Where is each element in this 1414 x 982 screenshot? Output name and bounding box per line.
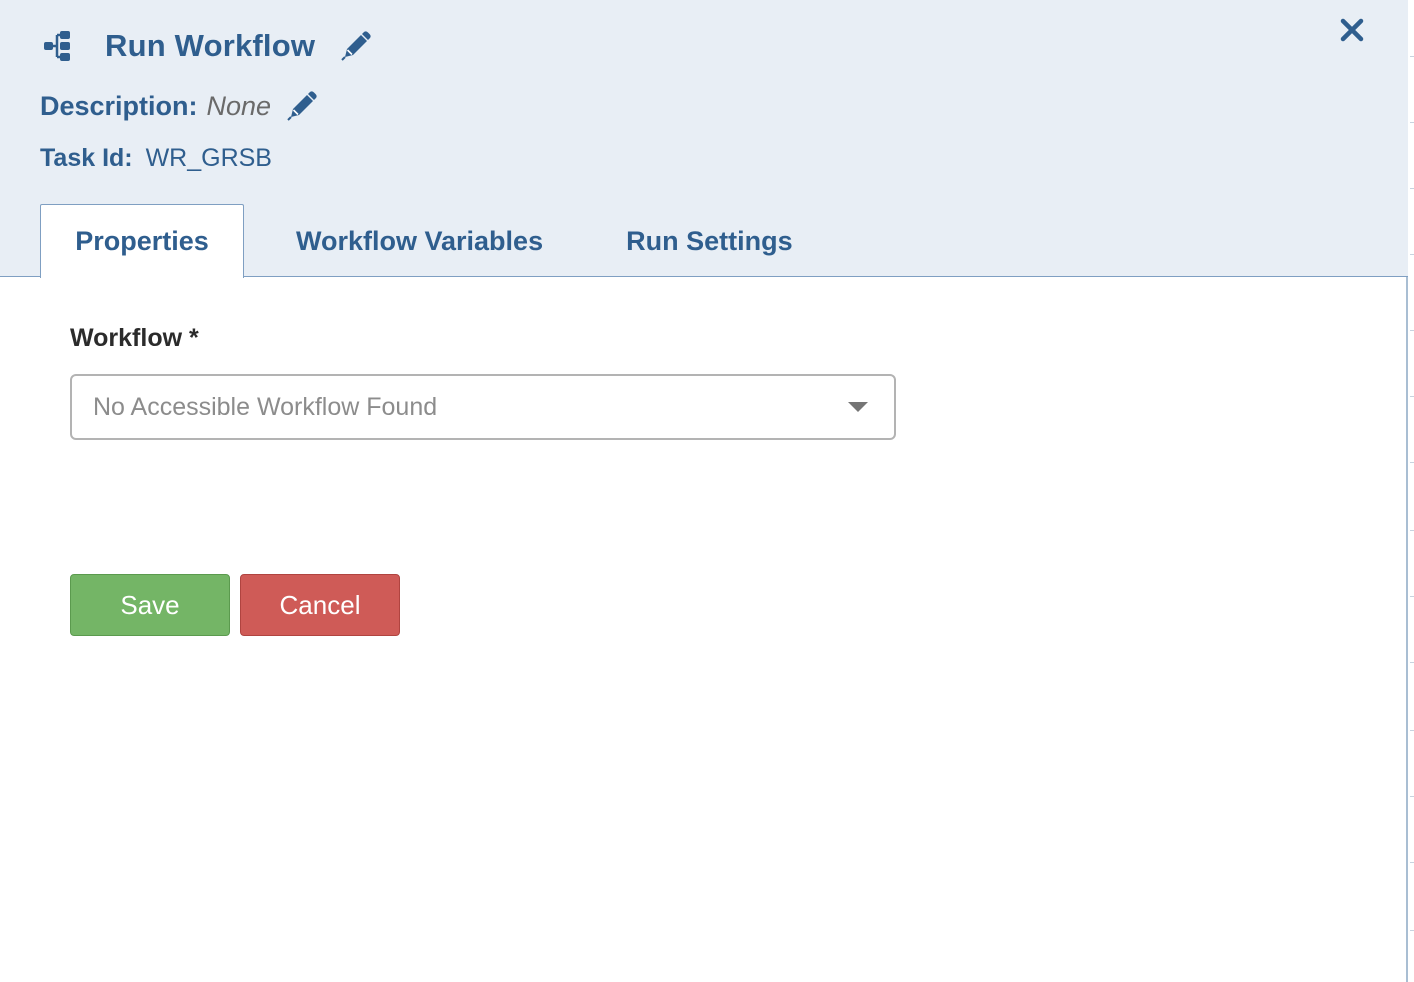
description-row: Description: None — [40, 87, 319, 125]
edit-description-pencil-icon[interactable] — [285, 89, 319, 123]
workflow-select-value: No Accessible Workflow Found — [93, 392, 438, 421]
cancel-button[interactable]: Cancel — [240, 574, 400, 636]
close-icon[interactable] — [1338, 16, 1366, 44]
workflow-select[interactable]: No Accessible Workflow Found — [70, 374, 896, 440]
properties-form: Workflow * No Accessible Workflow Found — [70, 324, 896, 440]
workflow-field-label: Workflow * — [70, 324, 199, 352]
task-id-value: WR_GRSB — [145, 144, 272, 172]
tab-properties[interactable]: Properties — [40, 204, 244, 278]
background-edge — [1410, 0, 1414, 982]
description-label: Description: — [40, 90, 198, 121]
tab-workflow-variables[interactable]: Workflow Variables — [264, 204, 575, 278]
tab-run-settings[interactable]: Run Settings — [575, 204, 844, 278]
title-row: Run Workflow — [42, 24, 373, 68]
workflow-tree-icon — [42, 27, 76, 65]
run-workflow-panel: Run Workflow Description: None Task Id: … — [0, 0, 1408, 982]
tab-bar: Properties Workflow Variables Run Settin… — [40, 204, 844, 278]
form-actions: Save Cancel — [70, 574, 400, 636]
caret-down-icon — [848, 402, 868, 412]
page-title: Run Workflow — [105, 28, 316, 63]
edit-title-pencil-icon[interactable] — [339, 29, 373, 63]
save-button[interactable]: Save — [70, 574, 230, 636]
panel-header: Run Workflow Description: None Task Id: … — [0, 0, 1408, 278]
task-id-row: Task Id: WR_GRSB — [40, 144, 272, 173]
description-value: None — [206, 90, 272, 121]
task-id-label: Task Id: — [40, 144, 133, 172]
